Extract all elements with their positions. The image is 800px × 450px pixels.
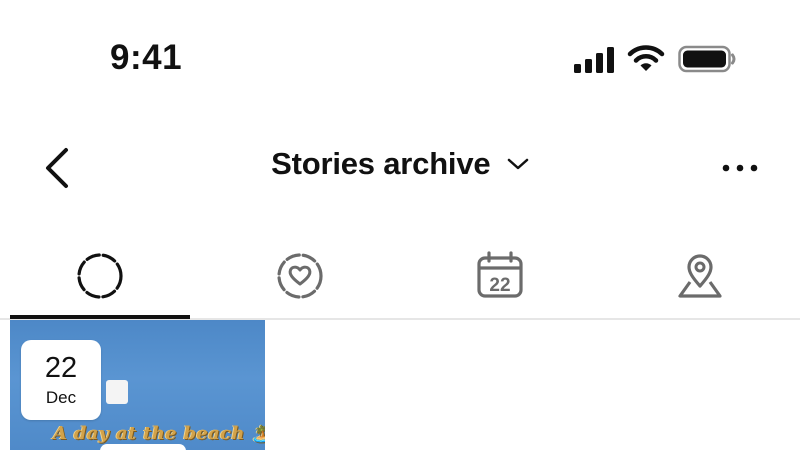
heart-ring-icon <box>277 253 323 299</box>
tab-calendar[interactable]: 22 <box>400 240 600 320</box>
story-sticker <box>106 380 128 404</box>
chevron-down-icon <box>507 158 529 170</box>
more-horizontal-icon <box>722 164 758 172</box>
archive-type-dropdown[interactable]: Stories archive <box>0 146 800 182</box>
status-bar: 9:41 <box>0 0 800 110</box>
calendar-icon: 22 <box>477 251 523 298</box>
calendar-icon-label: 22 <box>489 275 510 296</box>
battery-icon <box>678 45 736 73</box>
stories-ring-icon <box>77 253 123 299</box>
page-title: Stories archive <box>271 146 491 181</box>
wifi-icon <box>627 45 665 71</box>
more-options-button[interactable] <box>718 150 762 186</box>
story-date-day: 22 <box>44 352 78 384</box>
stories-grid: 22 Dec A day at the beach 🏝️! <box>0 320 800 450</box>
archive-tabs: 22 <box>0 240 800 320</box>
story-date-badge: 22 Dec <box>21 340 101 420</box>
story-caption: A day at the beach 🏝️! <box>53 420 265 445</box>
story-caption-text: A day at the beach <box>53 423 245 444</box>
header-bar: Stories archive <box>0 120 800 212</box>
story-sticker-pill <box>100 444 186 450</box>
cellular-signal-icon <box>574 47 614 73</box>
palm-island-icon: 🏝️ <box>251 424 265 443</box>
story-thumbnail[interactable]: 22 Dec A day at the beach 🏝️! <box>10 320 265 450</box>
tab-highlights[interactable] <box>200 240 400 320</box>
tab-stories[interactable] <box>0 240 200 320</box>
active-tab-indicator <box>10 315 190 319</box>
location-pin-icon <box>678 254 722 298</box>
tab-map[interactable] <box>600 240 800 320</box>
status-time: 9:41 <box>110 38 183 77</box>
story-date-month: Dec <box>45 388 77 407</box>
